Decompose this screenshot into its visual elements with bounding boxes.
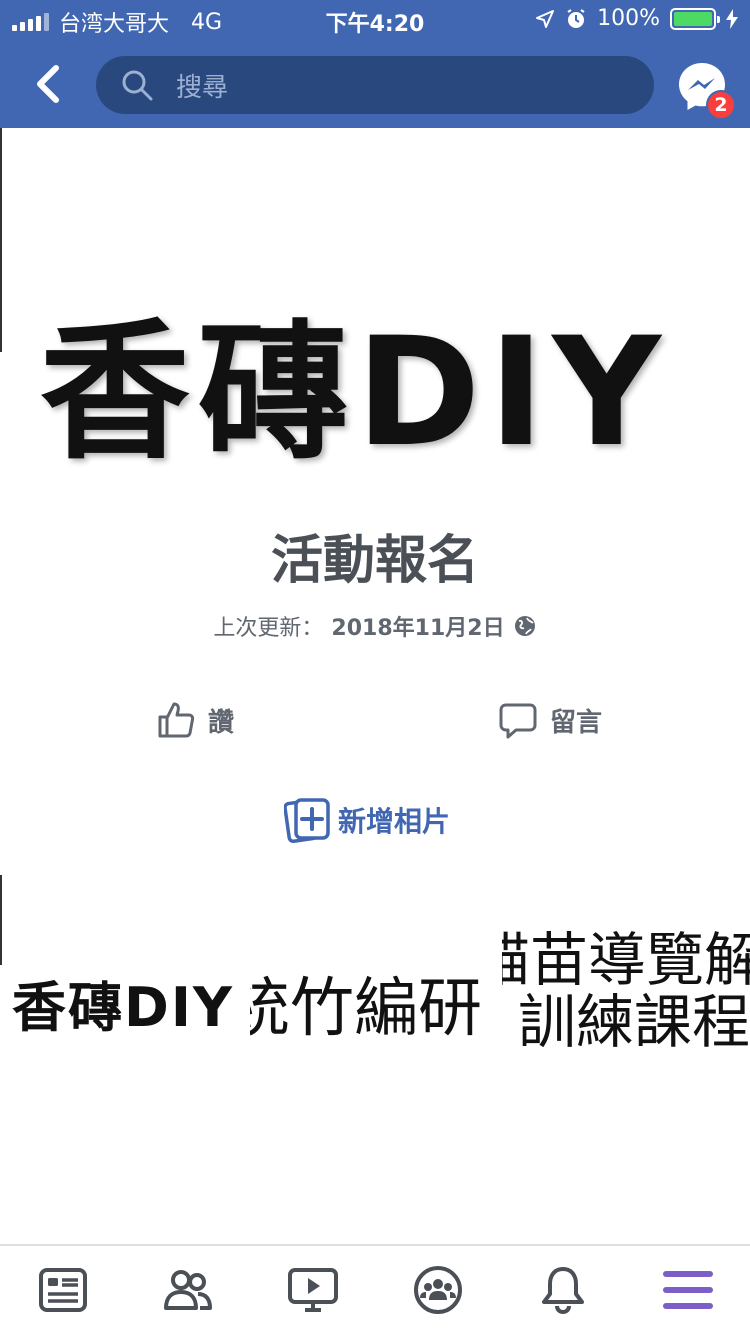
tab-menu[interactable] bbox=[658, 1260, 718, 1320]
globe-icon bbox=[514, 616, 535, 636]
notifications-icon bbox=[541, 1267, 584, 1315]
cover-divider bbox=[0, 128, 2, 352]
thumbnail-text: 統竹編研 bbox=[250, 972, 482, 1046]
photo-thumbnail[interactable]: 統竹編研 bbox=[250, 875, 497, 1120]
friends-icon bbox=[163, 1270, 212, 1310]
comment-button[interactable]: 留言 bbox=[498, 700, 602, 740]
thumbnail-line: 貓苗導覽解說 bbox=[502, 926, 750, 994]
album-meta: 上次更新： 2018年11月2日 bbox=[0, 610, 750, 642]
menu-icon bbox=[662, 1271, 713, 1309]
search-input[interactable]: 搜尋 bbox=[176, 67, 228, 104]
comment-label: 留言 bbox=[550, 707, 603, 738]
back-button[interactable] bbox=[28, 62, 68, 106]
comment-icon bbox=[499, 703, 537, 739]
search-bar[interactable]: 搜尋 bbox=[96, 56, 654, 114]
tab-friends[interactable] bbox=[158, 1260, 218, 1320]
messenger-badge: 2 bbox=[706, 90, 736, 120]
photo-grid: 香磚DIY 統竹編研 貓苗導覽解說 訓練課程 bbox=[0, 875, 750, 1120]
status-bar: 台湾大哥大 4G 下午4:20 100% bbox=[0, 0, 750, 40]
news-feed-icon bbox=[38, 1268, 87, 1312]
battery-percent: 100% bbox=[597, 6, 660, 31]
add-photo-icon bbox=[284, 798, 330, 843]
thumb-divider bbox=[0, 875, 2, 965]
thumbnail-text: 貓苗導覽解說 訓練課程 bbox=[502, 929, 750, 1053]
photo-thumbnail[interactable]: 香磚DIY bbox=[0, 875, 247, 1120]
tab-watch[interactable] bbox=[283, 1260, 343, 1320]
charging-icon bbox=[726, 8, 738, 29]
cover-logo-text: 香磚DIY bbox=[40, 306, 669, 480]
album-cover[interactable]: 香磚DIY bbox=[0, 128, 750, 503]
album-title: 活動報名 bbox=[270, 531, 479, 591]
thumbs-up-icon bbox=[158, 702, 195, 738]
nav-bar: 搜尋 2 bbox=[0, 40, 750, 128]
add-photo-label: 新增相片 bbox=[338, 805, 451, 838]
updated-label: 上次更新： bbox=[213, 616, 324, 641]
tab-groups[interactable] bbox=[408, 1260, 468, 1320]
search-icon bbox=[122, 70, 153, 101]
tab-news-feed[interactable] bbox=[33, 1260, 93, 1320]
battery-icon bbox=[670, 7, 720, 30]
thumbnail-text: 香磚DIY bbox=[12, 976, 235, 1039]
groups-icon bbox=[413, 1266, 462, 1314]
updated-date: 2018年11月2日 bbox=[331, 616, 505, 641]
watch-icon bbox=[287, 1268, 338, 1312]
alarm-icon bbox=[567, 8, 585, 28]
tab-bar bbox=[0, 1244, 750, 1334]
status-right: 100% bbox=[535, 6, 738, 31]
chevron-left-icon bbox=[37, 65, 59, 103]
like-button[interactable]: 讚 bbox=[156, 700, 234, 740]
photo-thumbnail[interactable]: 貓苗導覽解說 訓練課程 bbox=[502, 875, 750, 1120]
add-photo-button[interactable]: 新增相片 bbox=[284, 796, 450, 844]
tab-notifications[interactable] bbox=[533, 1260, 593, 1320]
thumbnail-line: 訓練課程 bbox=[518, 988, 750, 1056]
like-label: 讚 bbox=[208, 707, 235, 738]
location-icon bbox=[536, 9, 555, 28]
